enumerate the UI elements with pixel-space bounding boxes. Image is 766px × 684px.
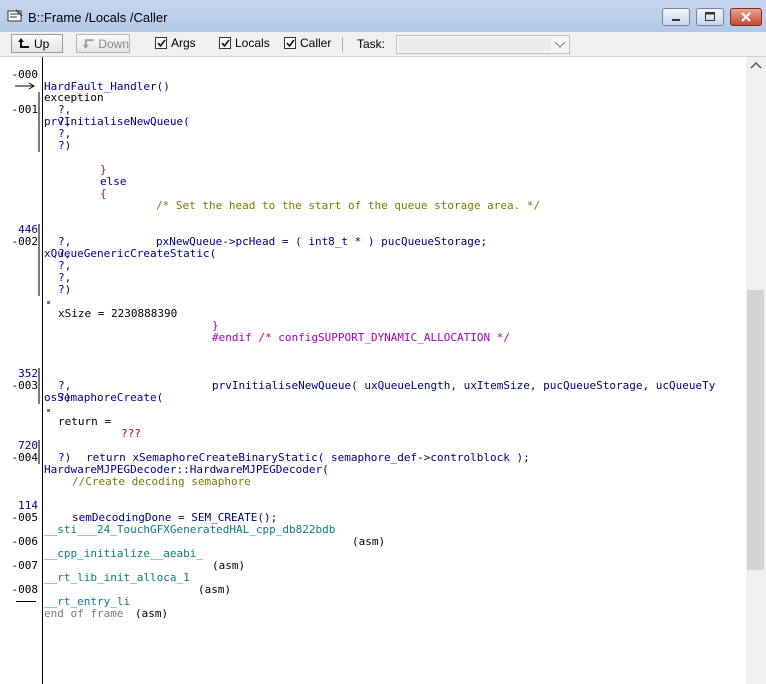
local-variable-row[interactable]: return = ??? bbox=[0, 404, 746, 440]
frame-level: -006 bbox=[11, 535, 39, 548]
toolbar-separator bbox=[342, 37, 343, 52]
scroll-up-icon[interactable] bbox=[746, 57, 766, 75]
frame-level: -005 bbox=[11, 511, 39, 524]
down-arrow-icon bbox=[82, 39, 94, 49]
frame-row-001[interactable]: -001 prvInitialiseNewQueue( bbox=[0, 92, 746, 128]
args-label: Args bbox=[171, 36, 196, 50]
up-arrow-icon bbox=[18, 38, 29, 48]
asm-tag: (asm) bbox=[135, 607, 169, 620]
source-comment: /* Set the head to the start of the queu… bbox=[156, 199, 541, 212]
local-variable-row[interactable]: xSize = 2230888390 bbox=[0, 296, 746, 320]
source-line: { bbox=[100, 187, 107, 200]
minimize-button[interactable] bbox=[662, 8, 690, 26]
frame-row-003[interactable]: -003 osSemaphoreCreate( bbox=[0, 368, 746, 404]
caller-label: Caller bbox=[300, 36, 332, 50]
maximize-button[interactable] bbox=[696, 8, 724, 26]
args-checkbox-box[interactable] bbox=[155, 37, 167, 49]
locals-label: Locals bbox=[235, 36, 270, 50]
frame-row-000[interactable]: -000 HardFault_Handler() bbox=[0, 57, 746, 93]
args-checkbox[interactable]: Args bbox=[155, 36, 196, 50]
maximize-icon bbox=[705, 12, 715, 21]
task-label: Task: bbox=[357, 37, 386, 51]
frame-window-icon bbox=[7, 9, 23, 22]
source-comment: //Create decoding semaphore bbox=[72, 475, 251, 488]
checkmark-icon bbox=[157, 39, 166, 48]
toolbar: Up Down Args Locals Caller Task: bbox=[0, 32, 766, 57]
up-label: Up bbox=[34, 36, 50, 51]
frame-row-007[interactable]: -007 __rt_lib_init_alloca_1 (asm) bbox=[0, 548, 746, 596]
frame-level: -008 bbox=[11, 583, 39, 596]
local-variable: xSize = 2230888390 bbox=[58, 307, 178, 320]
source-row-352[interactable]: 352 prvInitialiseNewQueue( uxQueueLength… bbox=[0, 356, 746, 392]
down-label: Down bbox=[98, 36, 129, 51]
locals-checkbox-box[interactable] bbox=[219, 37, 231, 49]
close-icon bbox=[741, 12, 751, 22]
arg-value: ?) bbox=[58, 139, 72, 152]
source-row-446[interactable]: 446 pxNewQueue->pcHead = ( int8_t * ) pu… bbox=[0, 212, 746, 248]
scroll-thumb[interactable] bbox=[747, 290, 764, 570]
up-button[interactable]: Up bbox=[11, 34, 63, 53]
minimize-icon bbox=[672, 19, 680, 21]
asm-tag: (asm) bbox=[212, 559, 246, 572]
frame-row-008[interactable]: -008 __rt_entry_li (asm) bbox=[0, 572, 746, 620]
checkmark-icon bbox=[221, 39, 230, 48]
asm-tag: (asm) bbox=[352, 535, 386, 548]
locals-checkbox[interactable]: Locals bbox=[219, 36, 270, 50]
checkmark-icon bbox=[286, 39, 295, 48]
end-of-frame-label: end of frame bbox=[44, 607, 124, 620]
frame-listing[interactable]: -000 HardFault_Handler() exception -001 … bbox=[0, 57, 746, 684]
chevron-down-icon bbox=[554, 41, 566, 48]
caller-checkbox[interactable]: Caller bbox=[284, 36, 331, 50]
task-value bbox=[399, 38, 551, 51]
source-row-114[interactable]: 114 semDecodingDone = SEM_CREATE(); bbox=[0, 488, 746, 524]
caller-checkbox-box[interactable] bbox=[284, 37, 296, 49]
vertical-scrollbar[interactable] bbox=[746, 57, 766, 684]
arg-value: ?) bbox=[58, 391, 72, 404]
frame-window: B::Frame /Locals /Caller Up Down Args Lo… bbox=[0, 0, 766, 684]
task-select[interactable] bbox=[396, 35, 570, 54]
arg-value: ?) bbox=[58, 283, 72, 296]
source-line: #endif /* configSUPPORT_DYNAMIC_ALLOCATI… bbox=[212, 331, 511, 344]
frame-row-006[interactable]: -006 __cpp_initialize__aeabi_ (asm) bbox=[0, 524, 746, 572]
frame-row-002[interactable]: -002 xQueueGenericCreateStatic( bbox=[0, 224, 746, 260]
local-variable-name: return = bbox=[58, 415, 118, 428]
end-of-frame-row: end of frame bbox=[0, 596, 746, 620]
title-bar[interactable]: B::Frame /Locals /Caller bbox=[0, 0, 766, 33]
frame-level: -007 bbox=[11, 559, 39, 572]
source-row-720[interactable]: 720 return xSemaphoreCreateBinaryStatic(… bbox=[0, 428, 746, 464]
arg-value: ?) bbox=[58, 451, 72, 464]
asm-tag: (asm) bbox=[198, 583, 232, 596]
frame-row-005[interactable]: -005 __sti___24_TouchGFXGeneratedHAL_cpp… bbox=[0, 500, 746, 548]
close-button[interactable] bbox=[730, 8, 762, 26]
down-button[interactable]: Down bbox=[76, 34, 130, 53]
exception-row: exception bbox=[0, 80, 746, 104]
frame-row-004[interactable]: -004 HardwareMJPEGDecoder::HardwareMJPEG… bbox=[0, 440, 746, 476]
window-title: B::Frame /Locals /Caller bbox=[28, 10, 168, 25]
